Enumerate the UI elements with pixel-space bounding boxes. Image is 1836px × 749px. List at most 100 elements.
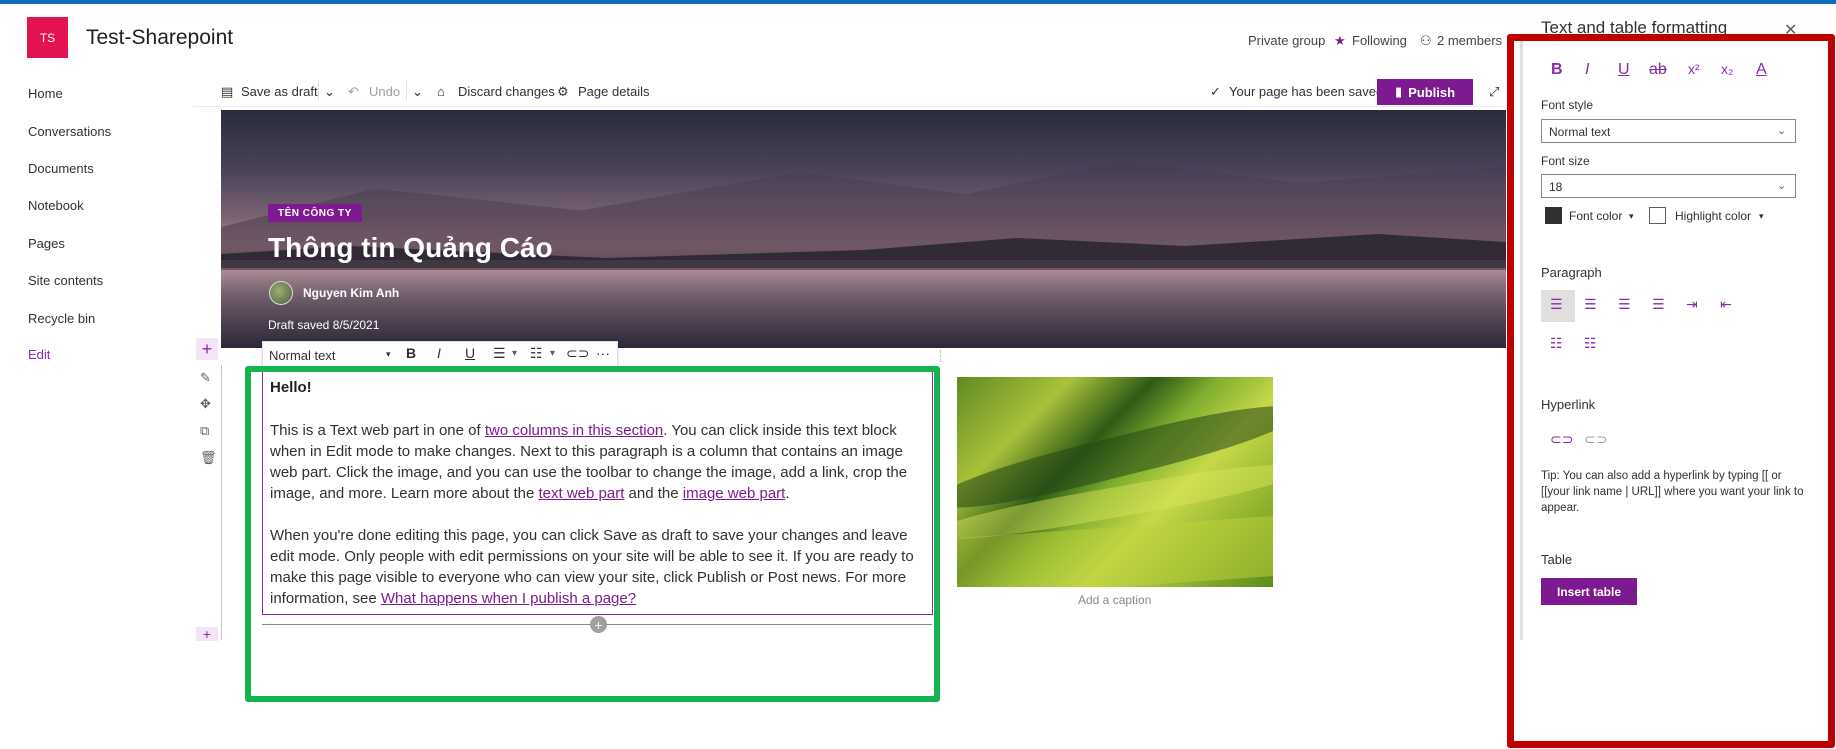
text-style-select[interactable]: Normal text xyxy=(269,348,335,363)
image-web-part[interactable] xyxy=(957,377,1273,587)
chevron-down-icon[interactable]: ⌄ xyxy=(324,84,335,100)
topic-tag[interactable]: TÊN CÔNG TY xyxy=(268,204,362,222)
pane-strikethrough-button[interactable]: ab xyxy=(1649,61,1667,79)
align-center-icon[interactable]: ☰ xyxy=(1584,296,1597,313)
remove-link-icon[interactable]: ⊂⊃ xyxy=(1584,431,1607,448)
highlight-color-button[interactable]: Highlight color xyxy=(1675,209,1751,223)
bulleted-list-icon[interactable]: ☷ xyxy=(1550,335,1563,352)
font-color-swatch[interactable] xyxy=(1545,207,1562,224)
publish-label: Publish xyxy=(1408,84,1456,100)
insert-link-icon[interactable]: ⊂⊃ xyxy=(1550,431,1573,448)
divider xyxy=(318,80,319,100)
chevron-down-icon[interactable]: ⌄ xyxy=(412,84,423,100)
members-button[interactable]: 2 members xyxy=(1437,33,1502,48)
hyperlink-section-label: Hyperlink xyxy=(1541,397,1596,412)
decrease-indent-icon[interactable]: ⇤ xyxy=(1720,296,1732,313)
site-logo[interactable]: TS xyxy=(27,17,68,58)
image-caption[interactable]: Add a caption xyxy=(1078,593,1151,607)
more-options-button[interactable]: ··· xyxy=(596,345,610,361)
nav-item-notebook[interactable]: Notebook xyxy=(28,198,84,213)
link-image-web-part[interactable]: image web part xyxy=(683,485,786,502)
add-web-part-icon[interactable]: + xyxy=(590,616,607,633)
saved-status: Your page has been saved xyxy=(1229,84,1384,99)
caret-down-icon[interactable]: ▾ xyxy=(386,349,391,360)
save-as-draft-button[interactable]: Save as draft xyxy=(241,84,318,99)
underline-button[interactable]: U xyxy=(465,345,475,361)
page-details-button[interactable]: Page details xyxy=(578,84,650,99)
hyperlink-tip: Tip: You can also add a hyperlink by typ… xyxy=(1541,470,1804,514)
nav-item-conversations[interactable]: Conversations xyxy=(28,124,111,139)
increase-indent-icon[interactable]: ⇥ xyxy=(1686,296,1698,313)
link-text-web-part[interactable]: text web part xyxy=(539,485,625,502)
nav-item-pages[interactable]: Pages xyxy=(28,236,65,251)
italic-button[interactable]: I xyxy=(437,345,441,361)
list-icon[interactable]: ☷ xyxy=(530,345,543,362)
justify-icon[interactable]: ☰ xyxy=(1652,296,1665,313)
caret-down-icon[interactable]: ▾ xyxy=(550,348,555,359)
hero-banner[interactable] xyxy=(221,110,1506,348)
font-size-label: Font size xyxy=(1541,154,1590,168)
pane-underline-button[interactable]: U xyxy=(1618,61,1630,79)
caret-down-icon[interactable]: ▾ xyxy=(1629,211,1634,222)
following-button[interactable]: Following xyxy=(1352,33,1407,48)
undo-icon: ↶ xyxy=(348,84,359,99)
hero-lake xyxy=(221,268,1506,348)
move-section-icon[interactable]: ✥ xyxy=(200,396,211,412)
expand-icon[interactable]: ⤢ xyxy=(1489,84,1499,100)
insert-table-button[interactable]: Insert table xyxy=(1541,578,1637,605)
font-style-value: Normal text xyxy=(1549,125,1611,139)
bold-button[interactable]: B xyxy=(406,345,416,361)
pane-scrollbar[interactable] xyxy=(1520,40,1523,640)
add-section-icon[interactable]: + xyxy=(196,338,218,360)
pane-bold-button[interactable]: B xyxy=(1551,61,1563,79)
link-two-columns[interactable]: two columns in this section xyxy=(485,422,663,439)
paragraph-text: and the xyxy=(624,485,683,502)
paragraph-section-label: Paragraph xyxy=(1541,265,1602,280)
nav-item-edit[interactable]: Edit xyxy=(28,347,50,362)
section-outline xyxy=(221,365,222,640)
page-title[interactable]: Thông tin Quảng Cáo xyxy=(268,232,553,264)
nav-item-home[interactable]: Home xyxy=(28,86,63,101)
caret-down-icon[interactable]: ▾ xyxy=(1759,211,1764,222)
pane-title: Text and table formatting xyxy=(1541,18,1728,37)
private-group-label: Private group xyxy=(1248,33,1326,48)
clear-formatting-icon[interactable]: A xyxy=(1756,61,1767,79)
text-paragraph-1[interactable]: This is a Text web part in one of two co… xyxy=(270,420,922,504)
pane-italic-button[interactable]: I xyxy=(1585,61,1589,79)
nav-item-site-contents[interactable]: Site contents xyxy=(28,273,103,288)
nav-item-documents[interactable]: Documents xyxy=(28,161,94,176)
site-title[interactable]: Test-Sharepoint xyxy=(86,26,233,50)
align-right-icon[interactable]: ☰ xyxy=(1618,296,1631,313)
undo-button[interactable]: Undo xyxy=(369,84,400,99)
discard-changes-button[interactable]: Discard changes xyxy=(458,84,555,99)
chevron-down-icon[interactable]: ⌄ xyxy=(1777,179,1786,192)
align-left-icon[interactable]: ☰ xyxy=(1550,296,1563,313)
highlight-color-swatch[interactable] xyxy=(1649,207,1666,224)
edit-section-icon[interactable]: ✎ xyxy=(200,370,211,386)
site-logo-initials: TS xyxy=(39,30,56,45)
font-color-button[interactable]: Font color xyxy=(1569,209,1622,223)
star-icon[interactable]: ★ xyxy=(1334,33,1346,49)
nav-item-recycle-bin[interactable]: Recycle bin xyxy=(28,311,95,326)
author-name: Nguyen Kim Anh xyxy=(303,286,400,300)
publish-button[interactable]: ▮ Publish xyxy=(1377,79,1473,105)
pane-superscript-button[interactable]: x² xyxy=(1688,61,1700,77)
link-what-happens-publish[interactable]: What happens when I publish a page? xyxy=(381,590,636,607)
numbered-list-icon[interactable]: ☷ xyxy=(1584,335,1597,352)
text-paragraph-2[interactable]: When you're done editing this page, you … xyxy=(270,525,922,609)
avatar xyxy=(269,281,293,305)
delete-section-icon[interactable]: 🗑 xyxy=(200,450,217,466)
caret-down-icon[interactable]: ▾ xyxy=(512,348,517,359)
font-size-value: 18 xyxy=(1549,180,1563,194)
chevron-down-icon[interactable]: ⌄ xyxy=(1777,124,1786,137)
align-icon[interactable]: ☰ xyxy=(493,345,506,362)
pane-subscript-button[interactable]: x₂ xyxy=(1721,61,1733,77)
add-section-bottom-icon[interactable]: + xyxy=(196,626,218,642)
paragraph-text: This is a Text web part in one of xyxy=(270,422,485,439)
font-size-dropdown[interactable] xyxy=(1541,174,1796,198)
link-icon[interactable]: ⊂⊃ xyxy=(566,345,589,362)
close-icon[interactable]: ✕ xyxy=(1784,20,1797,40)
discard-icon: ⌂ xyxy=(437,84,445,99)
duplicate-section-icon[interactable]: ⧉ xyxy=(200,423,209,439)
divider xyxy=(406,80,407,100)
